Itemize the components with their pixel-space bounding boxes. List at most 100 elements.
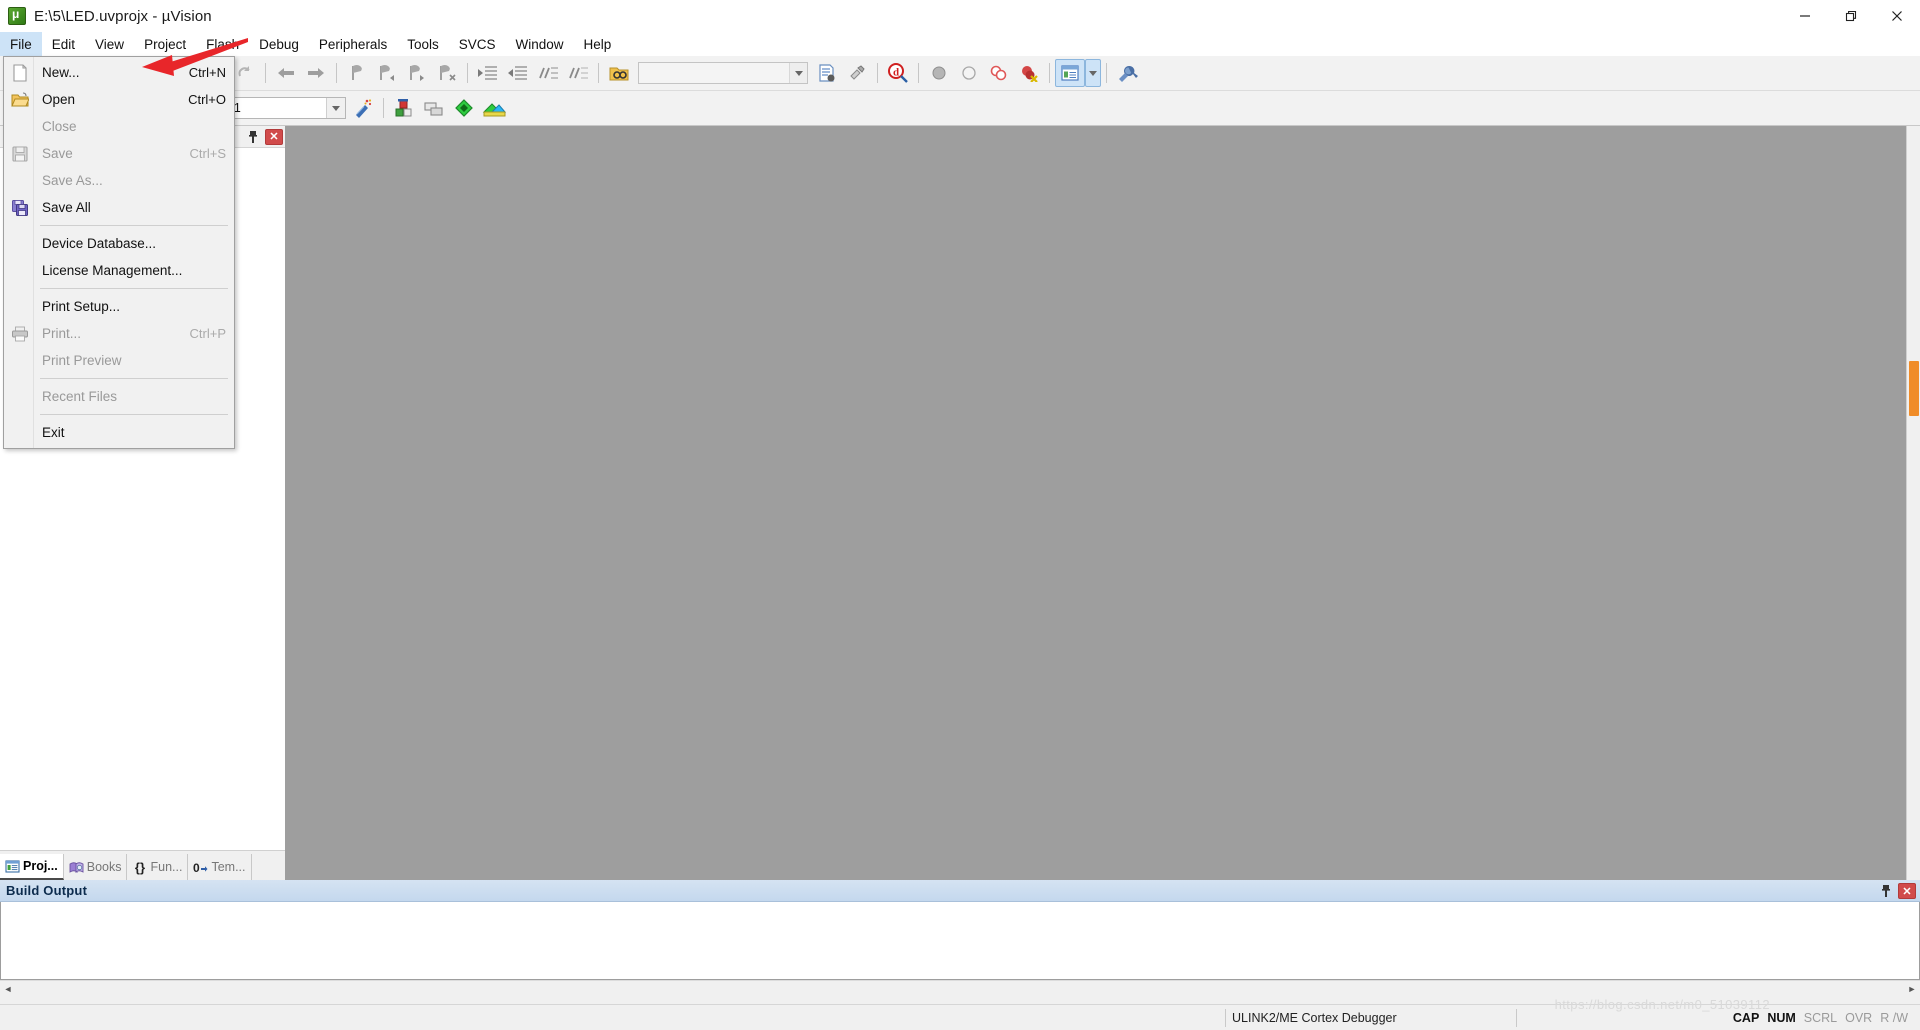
tab-books-label: Books — [86, 860, 122, 874]
find-debug-icon[interactable]: d — [883, 59, 913, 87]
tab-project-label: Proj... — [23, 859, 58, 873]
insert-file-icon[interactable] — [812, 59, 842, 87]
tab-books[interactable]: Books — [64, 854, 128, 880]
toolbar-separator — [467, 63, 468, 83]
menu-item-save-all[interactable]: Save All — [4, 194, 234, 221]
breakpoints-disable-icon[interactable] — [984, 59, 1014, 87]
indent-decrease-icon[interactable] — [503, 59, 533, 87]
build-output-title: Build Output — [6, 883, 88, 898]
menu-window[interactable]: Window — [505, 32, 573, 56]
pin-icon[interactable] — [1876, 882, 1896, 900]
menu-item-recent-files: Recent Files — [4, 383, 234, 410]
menu-item-print-accel: Ctrl+P — [189, 326, 226, 341]
scrollbar-thumb[interactable] — [1909, 361, 1919, 416]
menu-svcs[interactable]: SVCS — [449, 32, 506, 56]
menu-item-open-label: Open — [42, 92, 76, 107]
build-output-horizontal-scrollbar[interactable]: ◄ ► — [0, 980, 1920, 996]
bookmark-toggle-icon[interactable] — [342, 59, 372, 87]
tab-templates[interactable]: 0 Tem... — [188, 854, 252, 880]
menu-project[interactable]: Project — [134, 32, 196, 56]
scroll-left-icon[interactable]: ◄ — [0, 981, 16, 997]
find-in-files-icon[interactable] — [604, 59, 634, 87]
manage-project-items-icon[interactable] — [389, 94, 419, 122]
navigate-back-icon[interactable] — [271, 59, 301, 87]
build-toolbar: get 1 — [0, 91, 1920, 126]
menu-peripherals[interactable]: Peripherals — [309, 32, 397, 56]
books-icon — [69, 860, 84, 875]
menu-item-license-management-label: License Management... — [42, 263, 183, 278]
menu-item-device-database[interactable]: Device Database... — [4, 230, 234, 257]
status-bar: ULINK2/ME Cortex Debugger CAP NUM SCRL O… — [0, 1004, 1920, 1030]
tab-project[interactable]: Proj... — [0, 854, 64, 880]
main-toolbar: d — [0, 56, 1920, 91]
menu-item-device-database-label: Device Database... — [42, 236, 157, 251]
multi-project-icon[interactable] — [419, 94, 449, 122]
title-bar: E:\5\LED.uvprojx - µVision — [0, 0, 1920, 32]
menu-debug[interactable]: Debug — [249, 32, 309, 56]
menu-view[interactable]: View — [85, 32, 134, 56]
window-layout-icon[interactable] — [1055, 59, 1085, 87]
navigate-forward-icon[interactable] — [301, 59, 331, 87]
search-dropdown-caret-icon[interactable] — [789, 63, 807, 83]
menu-item-print-setup-label: Print Setup... — [42, 299, 121, 314]
run-to-main-icon[interactable] — [449, 94, 479, 122]
status-debugger: ULINK2/ME Cortex Debugger — [1232, 1010, 1397, 1025]
minimize-icon[interactable] — [1782, 0, 1828, 32]
menu-file[interactable]: File — [0, 32, 42, 56]
menu-item-print-setup[interactable]: Print Setup... — [4, 293, 234, 320]
bookmark-next-icon[interactable] — [402, 59, 432, 87]
build-output-header-controls: ✕ — [1876, 882, 1918, 900]
menu-edit[interactable]: Edit — [42, 32, 85, 56]
menu-item-print-preview-label: Print Preview — [42, 353, 122, 368]
search-input[interactable] — [638, 62, 808, 84]
close-panel-icon[interactable]: ✕ — [1898, 883, 1916, 899]
menu-item-new-label: New... — [42, 65, 80, 80]
menu-item-close: Close — [4, 113, 234, 140]
toolbar-separator — [336, 63, 337, 83]
close-panel-icon[interactable]: ✕ — [265, 128, 283, 145]
status-flag-ovr: OVR — [1845, 1010, 1873, 1025]
bookmark-clear-icon[interactable] — [432, 59, 462, 87]
build-output-text[interactable] — [0, 902, 1920, 980]
bookmark-prev-icon[interactable] — [372, 59, 402, 87]
menu-tools[interactable]: Tools — [397, 32, 449, 56]
breakpoint-filled-icon[interactable] — [924, 59, 954, 87]
configure-target-options-icon[interactable] — [1112, 59, 1142, 87]
menu-item-exit[interactable]: Exit — [4, 419, 234, 446]
toolbar-separator — [383, 98, 384, 118]
menu-item-recent-files-label: Recent Files — [42, 389, 118, 404]
breakpoint-empty-icon[interactable] — [954, 59, 984, 87]
comment-lines-icon[interactable] — [533, 59, 563, 87]
window-title: E:\5\LED.uvprojx - µVision — [34, 7, 212, 25]
pin-icon[interactable] — [243, 128, 263, 146]
workspace-vertical-scrollbar[interactable] — [1906, 126, 1920, 880]
layout-dropdown-caret-icon[interactable] — [1085, 59, 1101, 87]
menu-flash[interactable]: Flash — [196, 32, 249, 56]
build-output-panel: Build Output ✕ ◄ ► — [0, 880, 1920, 1002]
menu-help[interactable]: Help — [574, 32, 622, 56]
configure-icon[interactable] — [842, 59, 872, 87]
menu-item-new[interactable]: New... Ctrl+N — [4, 59, 234, 86]
functions-braces-icon: {} — [134, 859, 146, 875]
menu-item-license-management[interactable]: License Management... — [4, 257, 234, 284]
indent-increase-icon[interactable] — [473, 59, 503, 87]
menu-item-save: Save Ctrl+S — [4, 140, 234, 167]
toolbar-separator — [1106, 63, 1107, 83]
menu-item-print-preview: Print Preview — [4, 347, 234, 374]
scroll-right-icon[interactable]: ► — [1904, 981, 1920, 997]
target-select-caret-icon[interactable] — [326, 98, 345, 118]
menu-item-save-accel: Ctrl+S — [189, 146, 226, 161]
packs-installer-icon[interactable] — [479, 94, 509, 122]
tab-functions[interactable]: {} Fun... — [127, 854, 189, 880]
menu-item-save-as: Save As... — [4, 167, 234, 194]
menu-separator — [40, 225, 228, 226]
uncomment-lines-icon[interactable] — [563, 59, 593, 87]
target-options-wizard-icon[interactable] — [348, 94, 378, 122]
close-icon[interactable] — [1874, 0, 1920, 32]
templates-icon: 0 — [193, 860, 208, 875]
menu-item-print: Print... Ctrl+P — [4, 320, 234, 347]
menu-item-open-accel: Ctrl+O — [188, 92, 226, 107]
menu-item-open[interactable]: Open Ctrl+O — [4, 86, 234, 113]
maximize-icon[interactable] — [1828, 0, 1874, 32]
breakpoints-kill-icon[interactable] — [1014, 59, 1044, 87]
